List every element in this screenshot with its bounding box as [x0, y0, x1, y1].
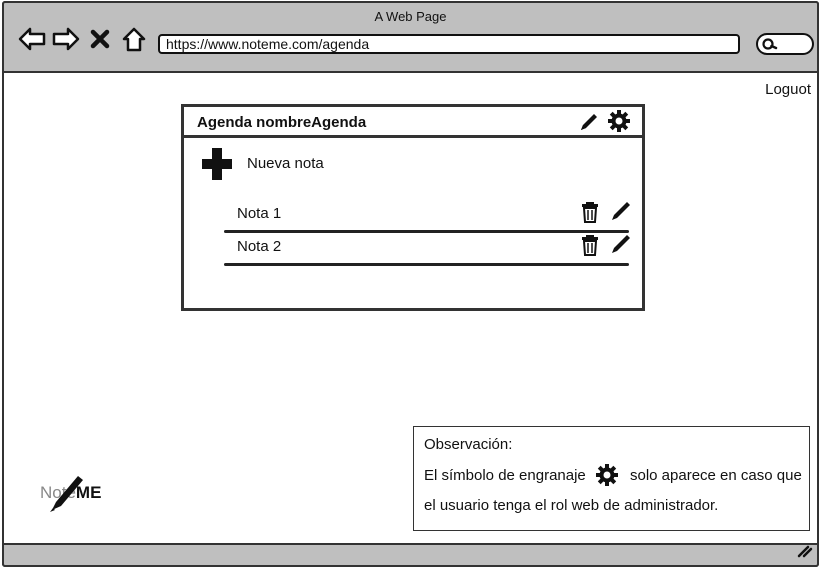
agenda-panel: Agenda nombreAgenda Nueva nota Nota 1 No… — [181, 104, 645, 311]
row-divider — [224, 230, 629, 233]
stop-icon[interactable] — [86, 25, 114, 53]
window-title: A Web Page — [374, 9, 447, 24]
new-note-label[interactable]: Nueva nota — [247, 155, 324, 172]
note-row-1[interactable]: Nota 1 — [224, 201, 630, 233]
logout-link[interactable]: Loguot — [765, 81, 811, 98]
back-icon[interactable] — [18, 25, 46, 53]
plus-icon[interactable] — [201, 147, 233, 186]
noteme-logo: NoteME — [40, 474, 110, 514]
note-title: Observación: — [424, 436, 513, 453]
note-row-2[interactable]: Nota 2 — [224, 234, 630, 266]
gear-icon[interactable] — [607, 109, 631, 138]
status-bar — [2, 543, 819, 567]
agenda-title: Agenda nombreAgenda — [197, 114, 367, 131]
forward-icon[interactable] — [52, 25, 80, 53]
gear-icon — [595, 463, 619, 491]
pencil-icon[interactable] — [578, 111, 600, 138]
pencil-icon[interactable] — [609, 232, 633, 261]
search-icon — [762, 38, 778, 50]
note-text: El símbolo de engranaje — [424, 467, 586, 484]
trash-icon[interactable] — [580, 234, 600, 261]
trash-icon[interactable] — [580, 201, 600, 228]
pencil-icon[interactable] — [609, 199, 633, 228]
observation-note: Observación: El símbolo de engranaje sol… — [413, 426, 810, 531]
note-text: el usuario tenga el rol web de administr… — [424, 497, 719, 514]
browser-toolbar: A Web Page https://www.noteme.com/agenda — [2, 1, 819, 73]
note-label[interactable]: Nota 1 — [237, 205, 281, 222]
agenda-header: Agenda nombreAgenda — [184, 107, 642, 138]
search-box[interactable] — [756, 33, 814, 55]
row-divider — [224, 263, 629, 266]
note-label[interactable]: Nota 2 — [237, 238, 281, 255]
url-input[interactable]: https://www.noteme.com/agenda — [158, 34, 740, 54]
resize-handle-icon[interactable] — [797, 544, 813, 563]
pen-icon — [50, 476, 83, 512]
nav-buttons — [18, 25, 148, 53]
note-text: solo aparece en caso que — [630, 467, 802, 484]
home-icon[interactable] — [120, 25, 148, 53]
